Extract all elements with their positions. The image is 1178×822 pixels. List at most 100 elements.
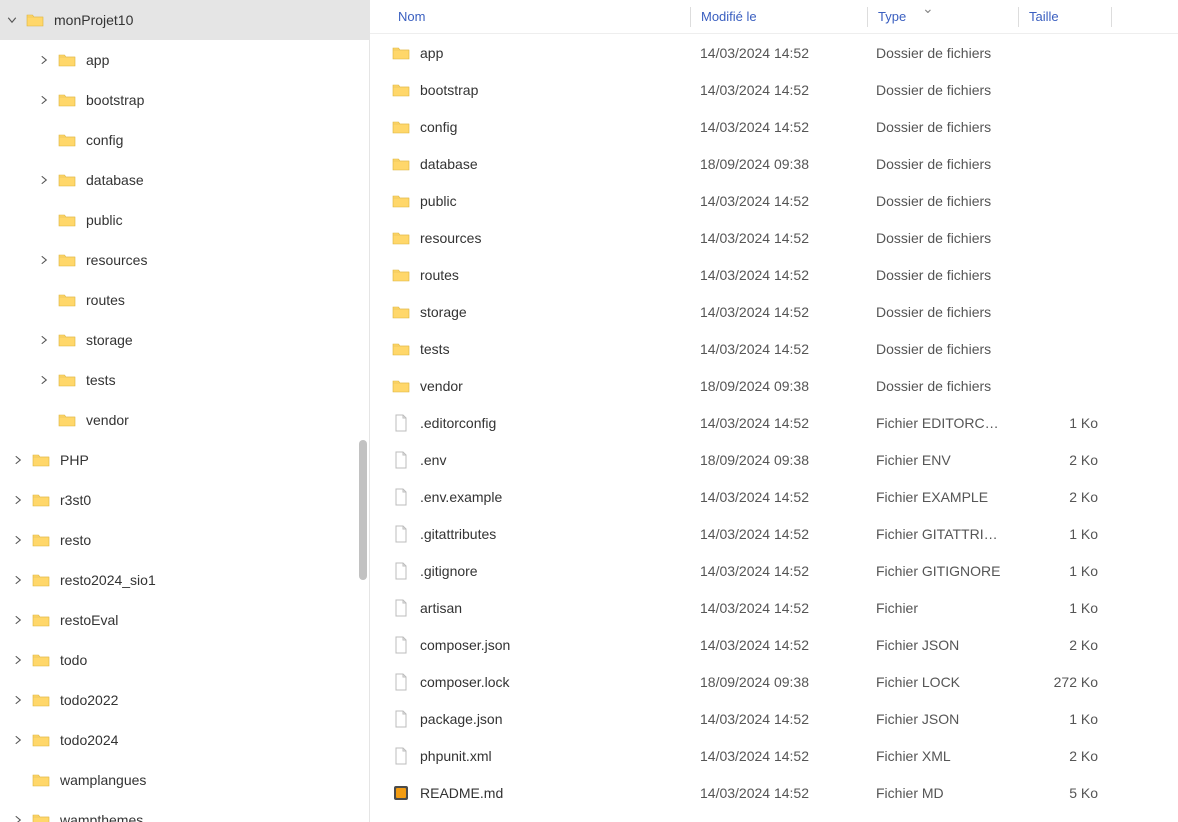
chevron-right-icon[interactable] [10,492,26,508]
folder-icon [32,491,50,509]
expander-placeholder [36,292,52,308]
chevron-right-icon[interactable] [36,332,52,348]
folder-icon [32,651,50,669]
chevron-right-icon[interactable] [36,252,52,268]
list-item[interactable]: composer.lock18/09/2024 09:38Fichier LOC… [370,663,1178,700]
size-cell: 1 Ko [1016,526,1108,542]
chevron-right-icon[interactable] [10,692,26,708]
list-item[interactable]: .env.example14/03/2024 14:52Fichier EXAM… [370,478,1178,515]
chevron-right-icon[interactable] [10,812,26,822]
tree-item-label: app [86,52,109,68]
type-cell: Fichier XML [866,748,1016,764]
modified-cell: 18/09/2024 09:38 [690,452,866,468]
folder-icon [392,44,410,62]
tree-item-label: wamplangues [60,772,146,788]
name-cell: app [370,44,690,62]
list-item[interactable]: database18/09/2024 09:38Dossier de fichi… [370,145,1178,182]
list-item[interactable]: .gitattributes14/03/2024 14:52Fichier GI… [370,515,1178,552]
list-item[interactable]: storage14/03/2024 14:52Dossier de fichie… [370,293,1178,330]
list-item[interactable]: README.md14/03/2024 14:52Fichier MD5 Ko [370,774,1178,811]
name-cell: storage [370,303,690,321]
name-cell: config [370,118,690,136]
tree-item[interactable]: todo [0,640,369,680]
tree-item[interactable]: restoEval [0,600,369,640]
name-cell: tests [370,340,690,358]
tree-item[interactable]: storage [0,320,369,360]
chevron-right-icon[interactable] [36,92,52,108]
chevron-right-icon[interactable] [10,452,26,468]
list-item[interactable]: bootstrap14/03/2024 14:52Dossier de fich… [370,71,1178,108]
column-header-name[interactable]: Nom [370,9,690,24]
chevron-right-icon[interactable] [36,372,52,388]
file-icon [392,488,410,506]
size-cell: 1 Ko [1016,415,1108,431]
list-item[interactable]: app14/03/2024 14:52Dossier de fichiers [370,34,1178,71]
list-item[interactable]: resources14/03/2024 14:52Dossier de fich… [370,219,1178,256]
tree-item[interactable]: config [0,120,369,160]
tree-item[interactable]: resto [0,520,369,560]
name-cell: phpunit.xml [370,747,690,765]
size-cell: 2 Ko [1016,489,1108,505]
column-separator[interactable] [1111,7,1112,27]
tree-item[interactable]: resto2024_sio1 [0,560,369,600]
list-item[interactable]: .env18/09/2024 09:38Fichier ENV2 Ko [370,441,1178,478]
modified-cell: 14/03/2024 14:52 [690,304,866,320]
tree-item[interactable]: wampthemes [0,800,369,822]
file-name: .editorconfig [420,415,496,431]
tree-item[interactable]: resources [0,240,369,280]
chevron-right-icon[interactable] [10,572,26,588]
file-name: .gitignore [420,563,478,579]
column-header-type[interactable]: Type [868,9,1018,24]
tree-item[interactable]: r3st0 [0,480,369,520]
expander-placeholder [36,412,52,428]
file-name: composer.json [420,637,510,653]
tree-item[interactable]: PHP [0,440,369,480]
tree-item[interactable]: app [0,40,369,80]
tree-item[interactable]: bootstrap [0,80,369,120]
tree-item[interactable]: todo2022 [0,680,369,720]
file-name: public [420,193,457,209]
column-header-modified[interactable]: Modifié le [691,9,867,24]
list-item[interactable]: config14/03/2024 14:52Dossier de fichier… [370,108,1178,145]
tree-item[interactable]: monProjet10 [0,0,369,40]
type-cell: Dossier de fichiers [866,193,1016,209]
folder-icon [392,81,410,99]
tree-item[interactable]: routes [0,280,369,320]
modified-cell: 14/03/2024 14:52 [690,267,866,283]
expander-placeholder [10,772,26,788]
chevron-right-icon[interactable] [10,652,26,668]
list-item[interactable]: vendor18/09/2024 09:38Dossier de fichier… [370,367,1178,404]
scrollbar-thumb[interactable] [359,440,367,580]
list-item[interactable]: artisan14/03/2024 14:52Fichier1 Ko [370,589,1178,626]
folder-icon [26,11,44,29]
size-cell: 2 Ko [1016,452,1108,468]
chevron-right-icon[interactable] [10,532,26,548]
list-item[interactable]: .gitignore14/03/2024 14:52Fichier GITIGN… [370,552,1178,589]
modified-cell: 14/03/2024 14:52 [690,415,866,431]
list-item[interactable]: phpunit.xml14/03/2024 14:52Fichier XML2 … [370,737,1178,774]
list-item[interactable]: .editorconfig14/03/2024 14:52Fichier EDI… [370,404,1178,441]
column-header-size[interactable]: Taille [1019,9,1111,24]
list-item[interactable]: public14/03/2024 14:52Dossier de fichier… [370,182,1178,219]
chevron-right-icon[interactable] [36,52,52,68]
list-item[interactable]: package.json14/03/2024 14:52Fichier JSON… [370,700,1178,737]
list-item[interactable]: routes14/03/2024 14:52Dossier de fichier… [370,256,1178,293]
tree-item[interactable]: todo2024 [0,720,369,760]
chevron-right-icon[interactable] [10,732,26,748]
type-cell: Fichier EXAMPLE [866,489,1016,505]
list-item[interactable]: composer.json14/03/2024 14:52Fichier JSO… [370,626,1178,663]
chevron-right-icon[interactable] [10,612,26,628]
tree-item[interactable]: database [0,160,369,200]
tree-item[interactable]: vendor [0,400,369,440]
tree-item[interactable]: wamplangues [0,760,369,800]
size-cell: 2 Ko [1016,637,1108,653]
tree-item[interactable]: public [0,200,369,240]
chevron-right-icon[interactable] [36,172,52,188]
type-cell: Dossier de fichiers [866,82,1016,98]
tree-item[interactable]: tests [0,360,369,400]
folder-icon [32,451,50,469]
list-item[interactable]: tests14/03/2024 14:52Dossier de fichiers [370,330,1178,367]
file-icon [392,414,410,432]
chevron-down-icon[interactable] [4,12,20,28]
folder-tree[interactable]: monProjet10 app bootstrapconfigdatabasepub… [0,0,370,822]
